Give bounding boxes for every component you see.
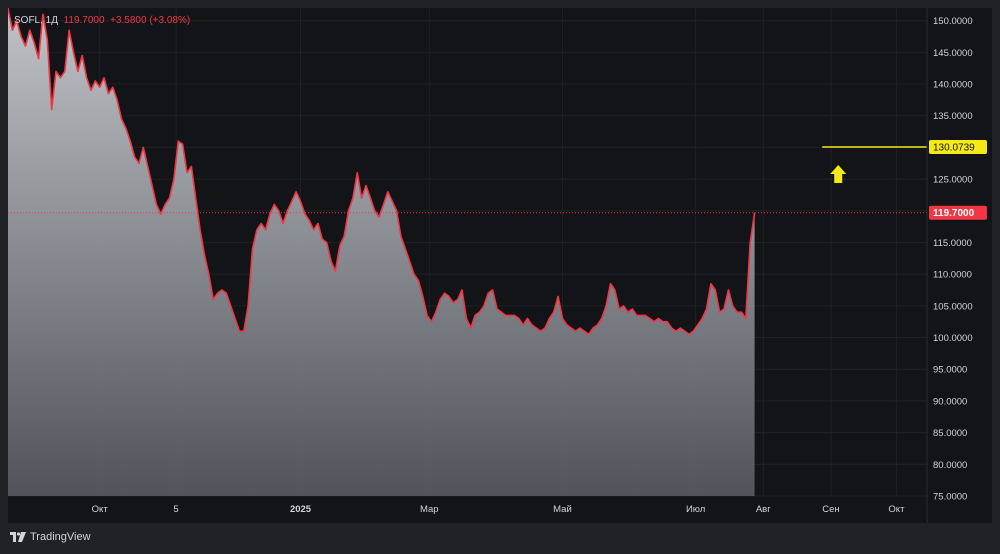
price-tick-label: 90.0000 bbox=[933, 396, 967, 407]
time-tick-label: Май bbox=[553, 504, 572, 515]
price-tick-label: 80.0000 bbox=[933, 460, 967, 471]
tradingview-icon bbox=[10, 532, 26, 542]
price-tick-label: 110.0000 bbox=[933, 270, 972, 281]
target-price-badge: 130.0739 bbox=[929, 139, 987, 154]
price-tick-label: 135.0000 bbox=[933, 111, 973, 122]
price-tick-label: 105.0000 bbox=[933, 301, 973, 312]
price-change: +3.5800 (+3.08%) bbox=[110, 15, 191, 26]
current-price-badge: 119.7000 bbox=[929, 205, 987, 220]
price-tick-label: 145.0000 bbox=[933, 48, 973, 59]
time-tick-label: Окт bbox=[92, 504, 109, 515]
time-tick-label: 2025 bbox=[290, 504, 312, 515]
time-tick-label: Авг bbox=[756, 504, 771, 515]
tradingview-logo[interactable]: TradingView bbox=[10, 531, 91, 543]
time-tick-label: Окт bbox=[888, 504, 905, 515]
time-tick-label: Сен bbox=[822, 504, 839, 515]
symbol-name[interactable]: SOFL, 1Д bbox=[14, 15, 58, 26]
time-tick-label: 5 bbox=[173, 504, 178, 515]
price-tick-label: 95.0000 bbox=[933, 365, 967, 376]
time-tick-label: Июл bbox=[686, 504, 705, 515]
price-tick-label: 85.0000 bbox=[933, 428, 967, 439]
price-tick-label: 140.0000 bbox=[933, 80, 973, 91]
symbol-header: SOFL, 1Д 119.7000 +3.5800 (+3.08%) bbox=[14, 15, 190, 26]
price-tick-label: 75.0000 bbox=[933, 492, 967, 503]
price-tick-label: 125.0000 bbox=[933, 175, 973, 186]
price-tick-label: 115.0000 bbox=[933, 238, 972, 249]
current-price-label: 119.7000 bbox=[933, 208, 975, 219]
chart-frame: 150.0000145.0000140.0000135.0000130.0000… bbox=[0, 0, 1000, 554]
price-tick-label: 150.0000 bbox=[933, 16, 973, 27]
time-tick-label: Мар bbox=[420, 504, 439, 515]
last-price: 119.7000 bbox=[63, 15, 105, 26]
price-chart[interactable]: 150.0000145.0000140.0000135.0000130.0000… bbox=[8, 8, 992, 523]
tradingview-label: TradingView bbox=[30, 531, 91, 543]
target-price-label: 130.0739 bbox=[933, 142, 975, 153]
price-tick-label: 100.0000 bbox=[933, 333, 973, 344]
